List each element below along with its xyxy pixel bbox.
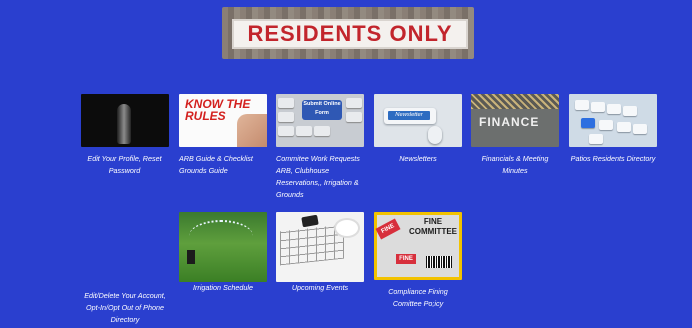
- caption-financials[interactable]: Financials & Meeting Minutes: [469, 153, 561, 177]
- caption-edit-delete-account[interactable]: Edit/Delete Your Account, Opt-In/Opt Out…: [79, 290, 171, 326]
- keyboard-key-icon: [278, 98, 294, 108]
- submit-online-form-key: Submit Online Form: [302, 100, 342, 120]
- mouse-icon: [428, 126, 442, 144]
- tile-newsletters[interactable]: Newsletter: [374, 94, 462, 147]
- keyboard-key-icon: [633, 124, 647, 134]
- tile-residents-directory[interactable]: [569, 94, 657, 147]
- banner-text: RESIDENTS ONLY: [247, 21, 453, 46]
- caption-newsletters[interactable]: Newsletters: [374, 153, 462, 165]
- sprinkler-icon: [187, 250, 195, 264]
- finance-image-text: FINANCE: [479, 115, 540, 129]
- tile-upcoming-events[interactable]: [276, 212, 364, 282]
- tile-arb-guide[interactable]: KNOW THE RULES: [179, 94, 267, 147]
- keyboard-key-icon: [617, 122, 631, 132]
- residents-only-sign: RESIDENTS ONLY: [232, 19, 468, 49]
- phone-icon: [301, 214, 319, 228]
- keyboard-key-icon: [296, 126, 312, 136]
- coffee-cup-icon: [336, 220, 358, 236]
- caption-residents-directory[interactable]: Patios Residents Directory: [565, 153, 661, 165]
- keyboard-key-icon: [346, 112, 362, 122]
- hand-writing-icon: [237, 114, 267, 147]
- person-silhouette-icon: [117, 104, 131, 144]
- caption-arb-guide[interactable]: ARB Guide & Checklist Grounds Guide: [179, 153, 274, 177]
- keyboard-key-icon: [623, 106, 637, 116]
- newsletter-key: Newsletter: [388, 111, 430, 120]
- tile-edit-profile[interactable]: [81, 94, 169, 147]
- caption-edit-profile[interactable]: Edit Your Profile, Reset Password: [79, 153, 170, 177]
- keyboard-key-icon: [346, 98, 362, 108]
- keyboard-key-icon: [278, 112, 294, 122]
- caption-compliance-fining[interactable]: Compliance Fining Comittee Po;icy: [376, 286, 460, 310]
- letters-pile-icon: [471, 94, 559, 109]
- keyboard-key-icon: [589, 134, 603, 144]
- caption-upcoming-events[interactable]: Upcoming Events: [276, 282, 364, 294]
- caption-committee-requests[interactable]: Commitee Work Requests ARB, Clubhouse Re…: [276, 153, 372, 201]
- calendar-icon: [280, 224, 344, 266]
- keyboard-key-icon: [278, 126, 294, 136]
- blue-key-icon: [581, 118, 595, 128]
- fine-committee-text: FINE COMMITTEE: [409, 217, 457, 236]
- residents-only-banner: RESIDENTS ONLY: [222, 7, 474, 59]
- tile-committee-requests[interactable]: Submit Online Form: [276, 94, 364, 147]
- keyboard-key-icon: [575, 100, 589, 110]
- keyboard-key-icon: [591, 102, 605, 112]
- caption-irrigation[interactable]: Irrigation Schedule: [179, 282, 267, 294]
- tile-financials[interactable]: FINANCE: [471, 94, 559, 147]
- fine-stamp: FINE: [396, 254, 416, 264]
- keyboard-key-icon: [314, 126, 330, 136]
- keyboard-key-icon: [607, 104, 621, 114]
- keyboard-key-icon: [599, 120, 613, 130]
- water-spray-icon: [189, 220, 253, 252]
- barcode-icon: [426, 256, 452, 268]
- tile-compliance-fining[interactable]: FINE COMMITTEE FINE FINE: [374, 212, 462, 280]
- tile-irrigation[interactable]: [179, 212, 267, 282]
